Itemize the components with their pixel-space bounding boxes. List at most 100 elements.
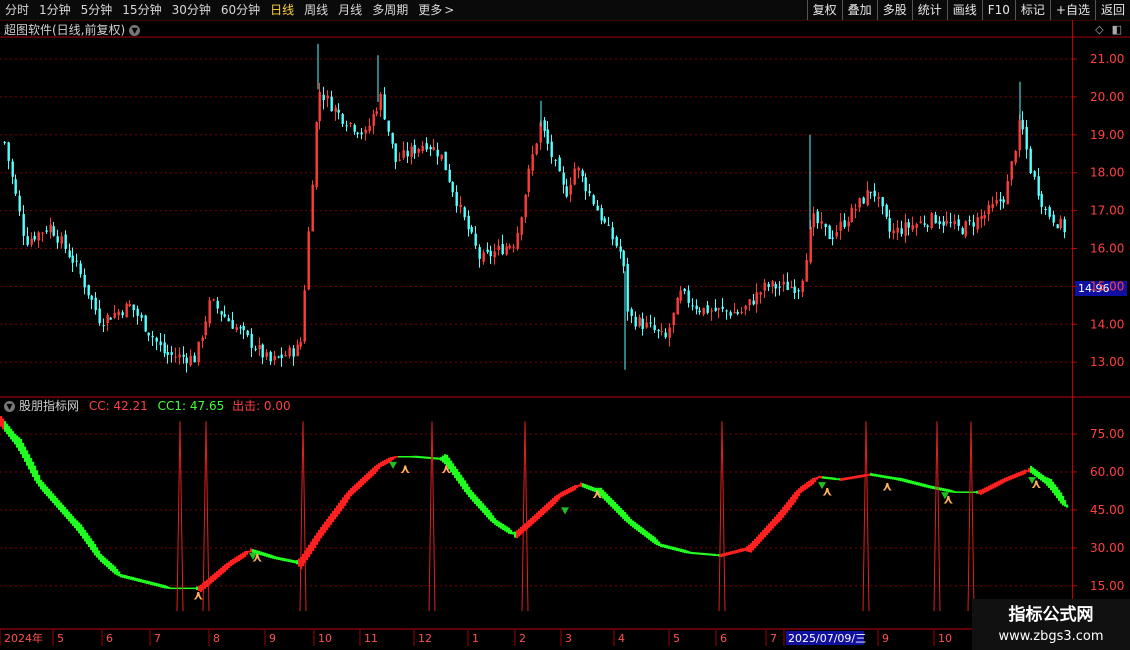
indicator-bar — [306, 547, 309, 561]
indicator-bar — [920, 482, 923, 487]
candle-body — [885, 204, 888, 217]
candle-body — [649, 322, 652, 324]
price-tick-label: 18.00 — [1090, 166, 1124, 180]
indicator-bar — [340, 500, 343, 512]
indicator-bar — [186, 587, 189, 590]
indicator-bar — [840, 478, 843, 481]
indicator-bar — [758, 534, 761, 544]
indicator-bar — [524, 523, 527, 532]
price-tick-label: 17.00 — [1090, 204, 1124, 218]
candle-body — [809, 226, 812, 263]
xaxis-label: 10 — [938, 632, 952, 645]
candle-body — [976, 217, 979, 230]
candle-body — [227, 318, 230, 322]
indicator-bar — [26, 450, 29, 466]
indicator-bar — [1054, 484, 1057, 496]
indicator-bar — [672, 546, 675, 551]
indicator-bar — [272, 555, 275, 559]
candle-body — [558, 157, 561, 172]
candle-body — [178, 354, 181, 358]
candle-body — [440, 154, 443, 160]
indicator-bar — [74, 518, 77, 529]
indicator-bar — [734, 550, 737, 554]
indicator-bar — [584, 483, 587, 489]
indicator-bar — [44, 484, 47, 495]
candle-body — [11, 161, 14, 177]
candle-body — [645, 322, 648, 328]
xaxis-date-highlight: 2025/07/09/三 — [788, 632, 866, 645]
star-marker-icon: ⋏ — [193, 588, 204, 603]
candle-body — [691, 305, 694, 307]
indicator-bar — [770, 521, 773, 531]
indicator-bar — [580, 482, 583, 487]
indicator-bar — [322, 524, 325, 536]
candle-body — [98, 308, 101, 324]
indicator-bar — [68, 511, 71, 522]
candle-body — [546, 129, 549, 144]
indicator-bar — [440, 457, 443, 461]
indicator-bar — [666, 545, 669, 549]
indicator-bar — [126, 575, 129, 579]
indicator-bar — [52, 493, 55, 504]
indicator-bar — [554, 496, 557, 505]
indicator-bar — [716, 554, 719, 556]
indicator-bar — [366, 473, 369, 482]
indicator-bar — [674, 547, 677, 551]
indicator-bar — [754, 538, 757, 549]
candle-body — [201, 337, 204, 341]
candle-body — [372, 114, 375, 127]
indicator-bar — [588, 485, 591, 490]
indicator-bar — [478, 498, 481, 509]
candle-body — [672, 312, 675, 326]
kline-chart[interactable]: 21.00 20.00 19.00 18.00 17.00 16.00 15.00 14.00… — [0, 0, 1130, 650]
candle-body — [721, 306, 724, 309]
candle-body — [668, 327, 671, 338]
indicator-bar — [416, 455, 419, 458]
candle-body — [1029, 148, 1032, 174]
indicator-bar — [264, 552, 267, 557]
candle-body — [223, 314, 226, 317]
xaxis-label: 11 — [364, 632, 378, 645]
indicator-bar — [238, 554, 241, 562]
indicator-bar — [86, 532, 89, 545]
indicator-bar — [658, 541, 661, 547]
indicator-bar — [398, 456, 401, 458]
indicator-bar — [806, 482, 809, 489]
candle-body — [877, 196, 880, 199]
candle-body — [512, 246, 515, 248]
indicator-bar — [1056, 487, 1059, 499]
indicator-bar — [530, 517, 533, 526]
indicator-bar — [876, 474, 879, 477]
indicator-bar — [756, 536, 759, 546]
indicator-bar — [504, 525, 507, 532]
candle-body — [182, 354, 185, 357]
indicator-bar — [872, 473, 875, 477]
candle-body — [45, 230, 48, 232]
indicator-bar — [930, 485, 933, 489]
indicator-bar — [964, 491, 967, 493]
candle-body — [303, 290, 306, 342]
indicator-bar — [870, 473, 873, 476]
indicator-bar — [10, 428, 13, 440]
xaxis-label: 1 — [472, 632, 479, 645]
candle-body — [630, 309, 633, 316]
candle-body — [873, 190, 876, 197]
indicator-bar — [1000, 479, 1003, 485]
indicator-bar — [990, 484, 993, 490]
indicator-bar — [112, 564, 115, 573]
indicator-bar — [210, 576, 213, 584]
indicator-bar — [510, 529, 513, 535]
indicator-bar — [374, 465, 377, 475]
candle-body — [52, 226, 55, 236]
candle-body — [1048, 207, 1051, 217]
candle-body — [486, 249, 489, 252]
indicator-bar — [14, 433, 17, 445]
candle-body — [277, 356, 280, 358]
candle-body — [1044, 208, 1047, 210]
candle-body — [961, 228, 964, 235]
indicator-tick-label: 60.00 — [1090, 465, 1124, 479]
candle-body — [695, 305, 698, 310]
indicator-bar — [624, 512, 627, 521]
indicator-bar — [788, 499, 791, 511]
indicator-bar — [656, 539, 659, 546]
